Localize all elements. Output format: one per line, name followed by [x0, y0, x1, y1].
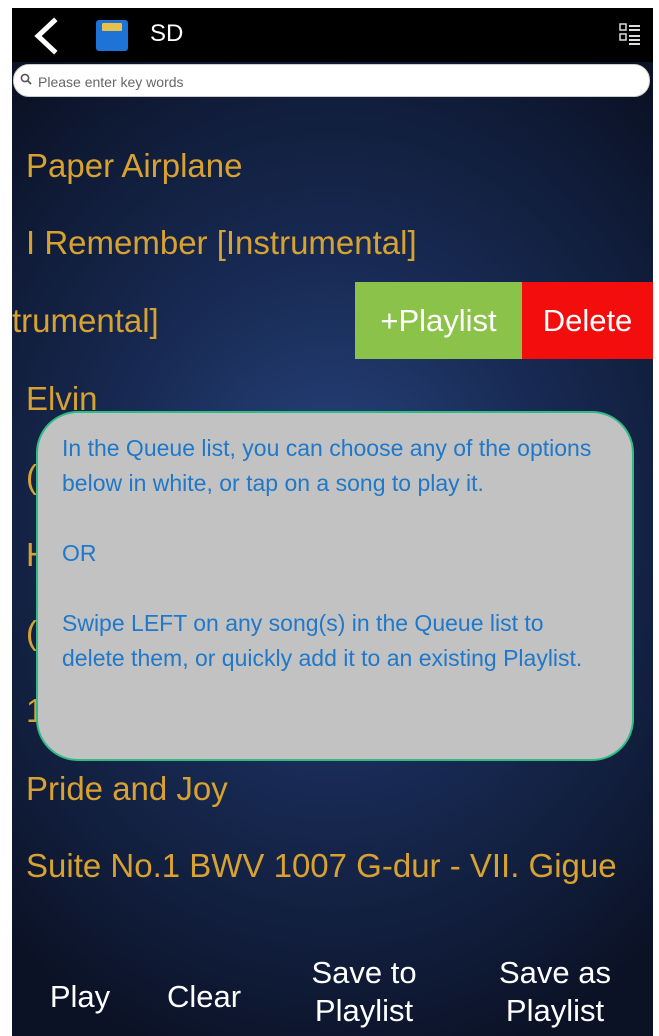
song-item[interactable]: Paper Airplane — [26, 147, 242, 185]
tooltip-bubble: In the Queue list, you can choose any of… — [36, 411, 634, 761]
search-bar — [13, 64, 650, 97]
tooltip-text-swipe: Swipe LEFT on any song(s) in the Queue l… — [62, 610, 583, 671]
save-as-playlist-button[interactable]: Save as Playlist — [480, 954, 630, 1030]
bottom-toolbar: Play Clear Save to Playlist Save as Play… — [12, 948, 653, 1036]
play-button[interactable]: Play — [32, 978, 128, 1016]
sd-card-icon — [96, 20, 128, 51]
clear-button[interactable]: Clear — [154, 978, 254, 1016]
search-icon — [20, 73, 32, 85]
save-as-label-line2: Playlist — [505, 993, 605, 1028]
top-bar: SD — [12, 8, 653, 62]
delete-button[interactable]: Delete — [522, 282, 653, 359]
app-screen: SD Paper Airplane I Remember [Instrument… — [12, 8, 653, 1036]
add-to-playlist-button[interactable]: +Playlist — [355, 282, 522, 359]
list-menu-icon[interactable] — [619, 22, 641, 48]
search-input[interactable] — [36, 68, 640, 96]
song-item[interactable]: I Remember [Instrumental] — [26, 224, 417, 262]
save-to-playlist-button[interactable]: Save to Playlist — [292, 954, 436, 1030]
song-item-swiped[interactable]: trumental] — [12, 302, 159, 340]
song-item[interactable]: Suite No.1 BWV 1007 G-dur - VII. Gigue — [26, 847, 617, 885]
back-arrow-icon[interactable] — [30, 17, 64, 55]
save-to-label-line1: Save to — [311, 955, 417, 990]
tooltip-text-or: OR — [62, 540, 97, 566]
tooltip-text-options: In the Queue list, you can choose any of… — [62, 435, 592, 496]
save-to-label-line2: Playlist — [314, 993, 414, 1028]
song-item[interactable]: Pride and Joy — [26, 770, 228, 808]
save-as-label-line1: Save as — [498, 955, 611, 990]
storage-label[interactable]: SD — [150, 20, 183, 48]
